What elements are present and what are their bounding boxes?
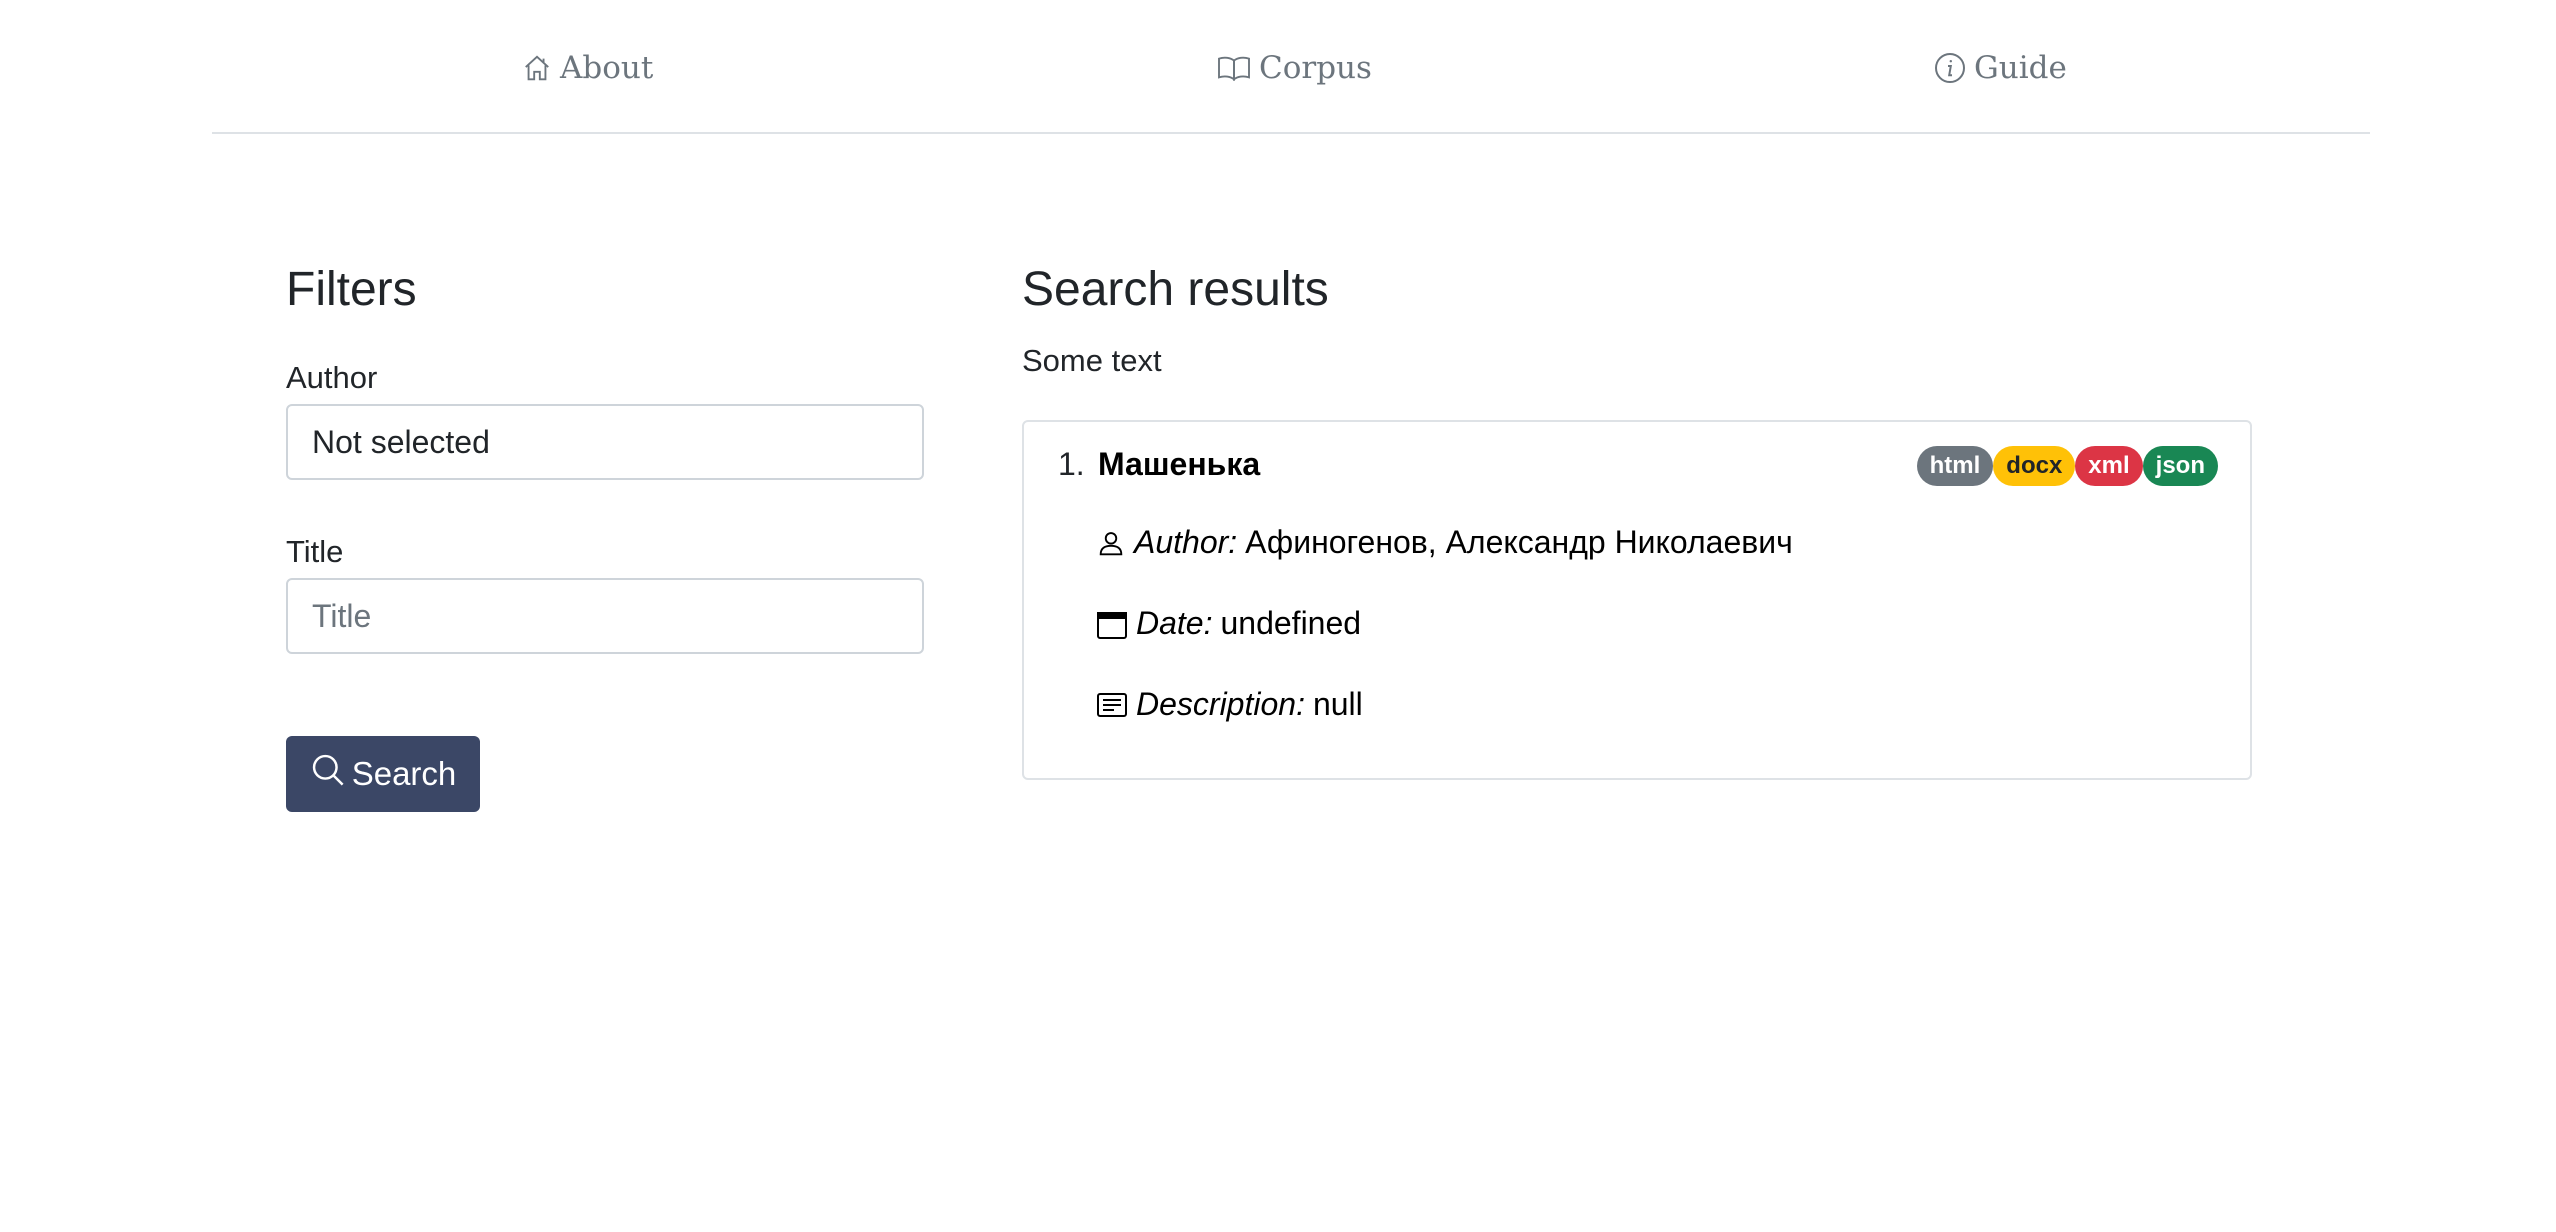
- book-icon: [1217, 53, 1251, 83]
- nav-about-label: About: [560, 50, 654, 86]
- person-icon: [1096, 528, 1126, 558]
- card-text-icon: [1096, 689, 1128, 721]
- filters-heading: Filters: [286, 263, 417, 316]
- badge-xml[interactable]: xml: [2075, 446, 2143, 486]
- description-key: Description:: [1136, 686, 1305, 722]
- top-nav: About Corpus Guide: [212, 0, 2370, 134]
- search-button[interactable]: Search: [286, 736, 480, 812]
- title-label: Title: [286, 534, 344, 569]
- info-circle-icon: [1934, 52, 1966, 84]
- search-button-label: Search: [351, 755, 457, 792]
- result-date-row: Date: undefined: [1096, 605, 1361, 642]
- result-title: Машенька: [1098, 446, 1261, 482]
- badge-html[interactable]: html: [1916, 446, 1994, 486]
- format-badges: html docx xml json: [1916, 446, 2218, 486]
- house-icon: [522, 53, 552, 83]
- author-select-value: Not selected: [312, 423, 490, 460]
- author-key: Author:: [1134, 524, 1238, 560]
- author-select[interactable]: Not selected: [286, 404, 924, 480]
- nav-about-link[interactable]: About: [522, 46, 653, 90]
- search-icon: [310, 752, 346, 796]
- author-label: Author: [286, 360, 378, 395]
- nav-guide-label: Guide: [1974, 50, 2067, 86]
- description-value: null: [1312, 686, 1363, 722]
- results-heading: Search results: [1022, 263, 1329, 316]
- date-value: undefined: [1220, 605, 1362, 641]
- nav-corpus-link[interactable]: Corpus: [1217, 46, 1372, 90]
- nav-guide-link[interactable]: Guide: [1934, 46, 2067, 90]
- result-description-row: Description: null: [1096, 686, 1363, 723]
- badge-docx[interactable]: docx: [1993, 446, 2076, 486]
- result-card: 1. Машенька html docx xml json Author: А…: [1022, 420, 2252, 780]
- calendar-icon: [1096, 608, 1128, 640]
- result-index: 1.: [1058, 446, 1085, 482]
- date-key: Date:: [1136, 605, 1213, 641]
- badge-json[interactable]: json: [2142, 446, 2218, 486]
- results-subtitle: Some text: [1022, 343, 1162, 378]
- author-value: Афиногенов, Александр Николаевич: [1245, 524, 1793, 560]
- nav-corpus-label: Corpus: [1259, 50, 1372, 86]
- result-author-row: Author: Афиногенов, Александр Николаевич: [1096, 524, 1793, 561]
- title-input[interactable]: [286, 578, 924, 654]
